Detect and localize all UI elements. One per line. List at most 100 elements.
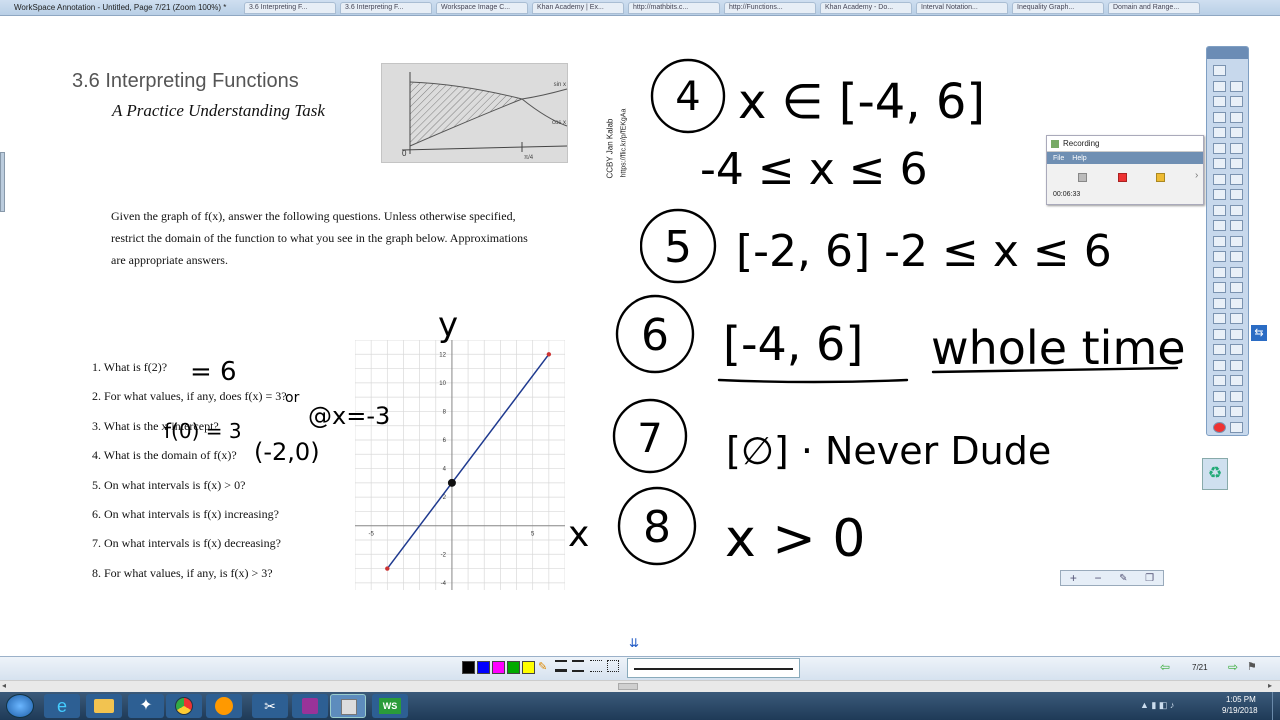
edit-icon[interactable]: ✎ [1119, 573, 1127, 584]
media-player-icon[interactable] [206, 694, 242, 718]
zoom-in-icon[interactable]: + [1070, 571, 1077, 585]
fill-icon[interactable] [1230, 204, 1243, 216]
color-swatch[interactable] [507, 661, 520, 674]
pause-button[interactable] [1156, 173, 1165, 182]
select-icon[interactable] [1230, 189, 1243, 200]
eraser-icon[interactable] [1230, 111, 1243, 123]
clear-icon[interactable] [1213, 251, 1226, 262]
undo-icon[interactable] [1213, 266, 1226, 278]
settings-icon[interactable] [1230, 406, 1243, 417]
browser-tab[interactable]: Inequality Graph... [1012, 1, 1104, 14]
undo-icon[interactable] [1230, 266, 1243, 278]
image-icon[interactable] [1230, 235, 1243, 247]
pen-icon[interactable] [1230, 80, 1243, 92]
pen-icon[interactable] [1213, 80, 1226, 92]
web-icon[interactable] [1213, 313, 1226, 324]
browser-tab[interactable]: Domain and Range... [1108, 1, 1200, 14]
scroll-left-icon[interactable]: ◂ [2, 681, 6, 690]
line-icon[interactable] [1213, 158, 1226, 169]
line-icon[interactable] [1230, 158, 1243, 169]
shape-icon[interactable] [1230, 142, 1243, 154]
start-button[interactable] [6, 694, 34, 718]
pointer-icon[interactable] [1213, 65, 1226, 76]
show-desktop-button[interactable] [1272, 692, 1280, 720]
line-preview[interactable] [627, 658, 800, 678]
settings-icon[interactable] [1213, 406, 1226, 417]
shape-icon[interactable] [1213, 142, 1226, 154]
horizontal-scrollbar[interactable]: ◂ ▸ [0, 680, 1280, 692]
back-icon[interactable] [1213, 359, 1226, 371]
camera-icon[interactable] [1213, 297, 1226, 309]
redo-icon[interactable] [1213, 282, 1226, 293]
scroll-thumb[interactable] [618, 683, 638, 690]
ie-icon[interactable]: e [44, 694, 80, 718]
tray-icons[interactable]: ▲ ▮ ◧ ♪ [1140, 700, 1174, 711]
browser-tab[interactable]: 3.6 Interpreting F... [244, 1, 336, 14]
grid-icon[interactable] [1213, 390, 1226, 402]
camera-icon[interactable] [1230, 297, 1243, 309]
back-icon[interactable] [1230, 359, 1243, 371]
app-rabbit-icon[interactable]: ✦ [128, 694, 164, 718]
forward-icon[interactable] [1213, 375, 1226, 386]
folder-icon[interactable] [86, 694, 122, 718]
copy-icon[interactable]: ❐ [1145, 573, 1154, 584]
browser-tab[interactable]: Workspace Image C... [436, 1, 528, 14]
color-swatch[interactable] [522, 661, 535, 674]
zoom-out-icon[interactable]: − [1094, 571, 1101, 585]
grid-icon[interactable] [1230, 390, 1243, 402]
prev-page-button[interactable]: ⇦ [1160, 660, 1170, 674]
exit-icon[interactable] [1213, 421, 1226, 433]
line-thick-icon[interactable] [555, 660, 567, 672]
highlighter-icon[interactable]: ✎ [538, 660, 547, 673]
next-page-button[interactable]: ⇨ [1228, 660, 1238, 674]
browser-tab[interactable]: Khan Academy | Ex... [532, 1, 624, 14]
side-arrow-button[interactable]: ⇆ [1251, 325, 1267, 341]
highlighter-icon[interactable] [1230, 96, 1243, 107]
fill-icon[interactable] [1213, 204, 1226, 216]
exit-icon[interactable] [1230, 421, 1243, 433]
forward-icon[interactable] [1230, 375, 1243, 386]
expand-arrow-icon[interactable]: › [1195, 170, 1198, 181]
line-dot-icon[interactable] [607, 660, 619, 672]
browser-tab[interactable]: http://Functions... [724, 1, 816, 14]
color-swatch[interactable] [462, 661, 475, 674]
arrow-icon[interactable] [1230, 173, 1243, 185]
recycle-bin-icon[interactable]: ♻ [1202, 458, 1228, 490]
ws-app-icon[interactable]: WS [372, 694, 408, 718]
scroll-right-icon[interactable]: ▸ [1268, 681, 1272, 690]
text-icon[interactable] [1230, 127, 1243, 138]
stamp-icon[interactable] [1230, 220, 1243, 231]
browser-tab[interactable]: 3.6 Interpreting F... [340, 1, 432, 14]
browser-tab[interactable]: Khan Academy - Do... [820, 1, 912, 14]
line-style-icon[interactable] [572, 660, 584, 672]
recording-menu-help[interactable]: Help [1072, 155, 1086, 162]
onenote-icon[interactable] [292, 694, 328, 718]
image-icon[interactable] [1213, 235, 1226, 247]
highlighter-icon[interactable] [1213, 96, 1226, 107]
record-button[interactable] [1118, 173, 1127, 182]
clear-icon[interactable] [1230, 251, 1243, 262]
ruler-icon[interactable] [1213, 328, 1226, 340]
arrow-icon[interactable] [1213, 173, 1226, 185]
page-tools-icon[interactable]: ⚑ [1247, 660, 1257, 673]
protractor-icon[interactable] [1230, 344, 1243, 355]
browser-tab[interactable]: http://mathbits.c... [628, 1, 720, 14]
select-icon[interactable] [1213, 189, 1226, 200]
scroll-down-icon[interactable]: ⇊ [627, 636, 641, 650]
workspace-icon[interactable] [330, 694, 366, 718]
toolbar-grip[interactable] [1207, 47, 1248, 59]
web-icon[interactable] [1230, 313, 1243, 324]
recording-menu-file[interactable]: File [1053, 155, 1064, 162]
stop-square-button[interactable] [1078, 173, 1087, 182]
ruler-icon[interactable] [1230, 328, 1243, 340]
stamp-icon[interactable] [1213, 220, 1226, 231]
eraser-icon[interactable] [1213, 111, 1226, 123]
color-swatch[interactable] [477, 661, 490, 674]
text-icon[interactable] [1213, 127, 1226, 138]
snipping-icon[interactable]: ✂ [252, 694, 288, 718]
color-swatch[interactable] [492, 661, 505, 674]
line-dash-icon[interactable] [590, 660, 602, 672]
chrome-icon[interactable] [166, 694, 202, 718]
redo-icon[interactable] [1230, 282, 1243, 293]
browser-tab[interactable]: Interval Notation... [916, 1, 1008, 14]
